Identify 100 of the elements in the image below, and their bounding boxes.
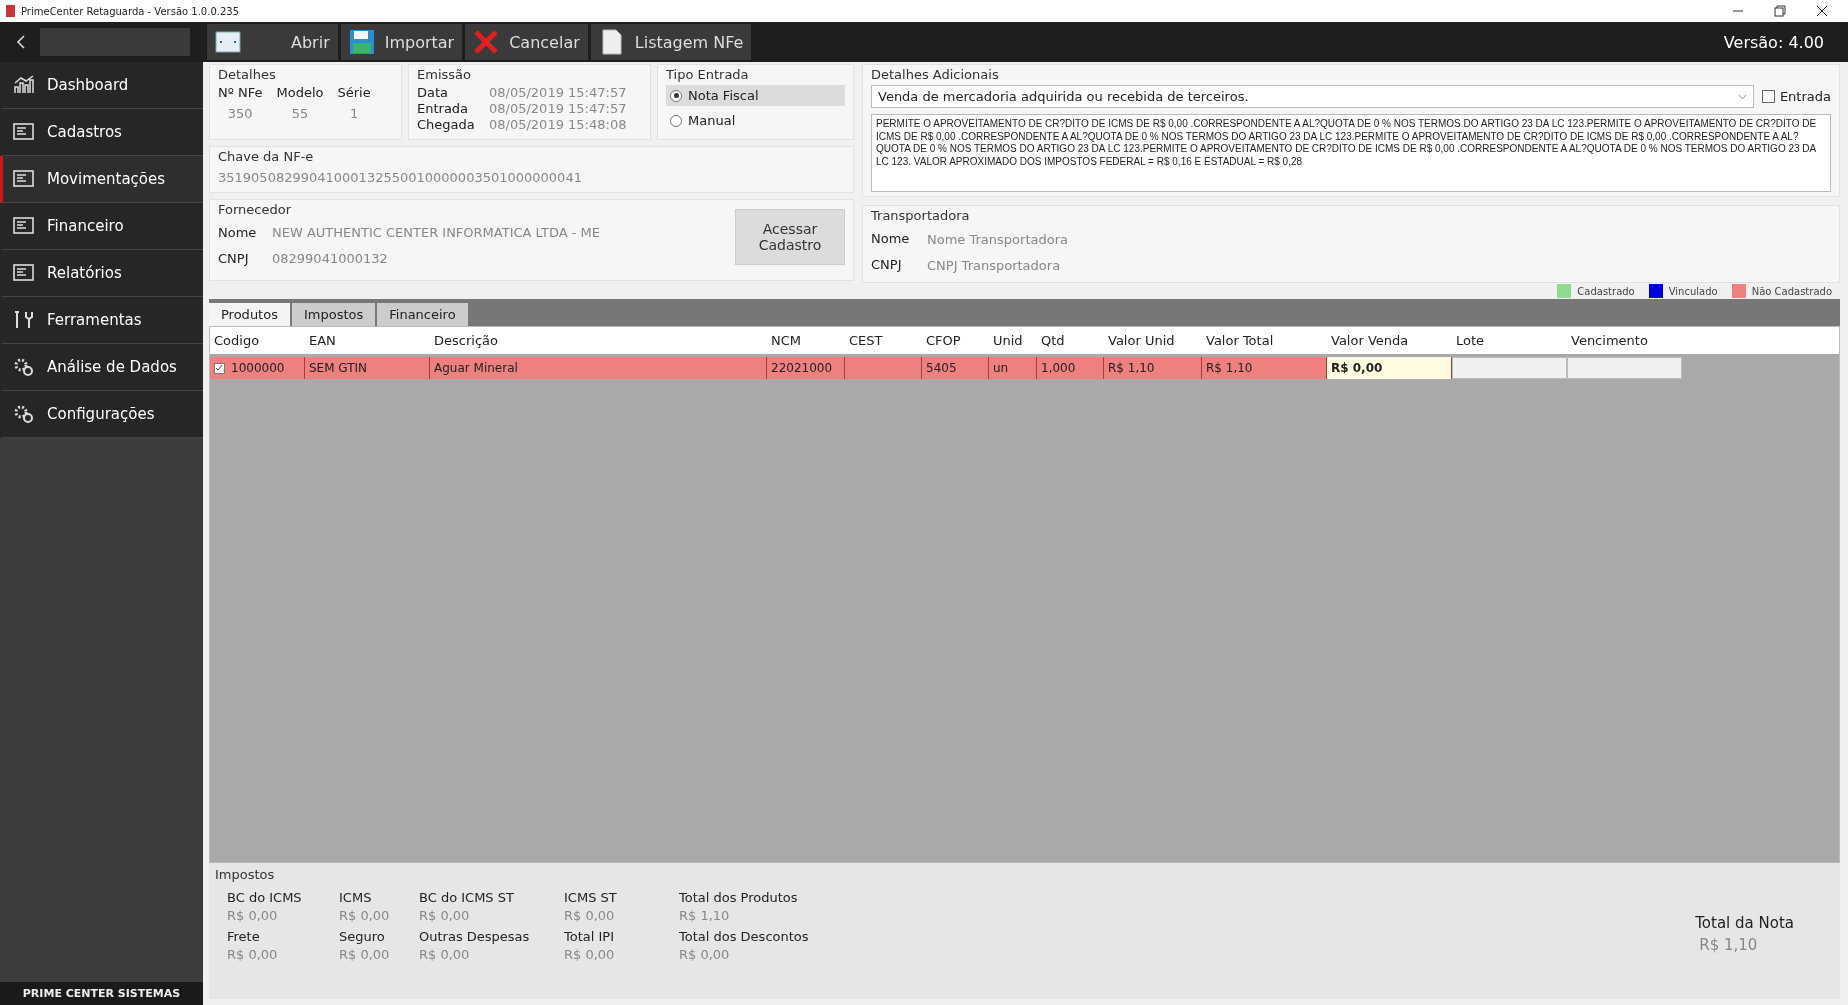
total-value: R$ 1,10 <box>1698 936 1759 954</box>
save-icon <box>348 29 375 55</box>
column-header[interactable]: CFOP <box>922 333 989 348</box>
sidebar-item[interactable]: Análise de Dados <box>0 344 203 391</box>
field-label: Modelo <box>276 85 324 100</box>
column-header[interactable]: CEST <box>845 333 922 348</box>
operation-select[interactable]: Venda de mercadoria adquirida ou recebida de terceiros. <box>871 85 1754 108</box>
sidebar-item[interactable]: Dashboard <box>0 62 203 109</box>
tax-label: Seguro <box>339 929 386 944</box>
input-field[interactable] <box>1452 357 1567 379</box>
column-header[interactable]: Valor Venda <box>1327 333 1452 348</box>
group-legend: Chave da NF-e <box>218 149 845 164</box>
toolbar-button[interactable]: Cancelar <box>465 24 591 60</box>
column-header[interactable]: Vencimento <box>1567 333 1682 348</box>
tax-value: R$ 0,00 <box>679 947 731 962</box>
radio-option[interactable]: Manual <box>666 110 845 131</box>
tab[interactable]: Financeiro <box>377 303 468 326</box>
sidebar-item[interactable]: Configurações <box>0 391 203 438</box>
entrada-checkbox[interactable]: Entrada <box>1761 89 1831 104</box>
field-value: 08/05/2019 15:48:08 <box>489 117 627 133</box>
tab[interactable]: Produtos <box>209 303 290 326</box>
tax-value: R$ 0,00 <box>419 947 471 962</box>
tax-value: R$ 0,00 <box>227 908 279 923</box>
tax-value: R$ 0,00 <box>564 947 616 962</box>
group-legend: Emissão <box>417 67 642 82</box>
input-field[interactable] <box>1567 357 1682 379</box>
tax-value: R$ 0,00 <box>227 947 279 962</box>
additional-info-text[interactable]: PERMITE O APROVEITAMENTO DE CR?DITO DE ICMS DE R$ 0,00 .CORRESPONDENTE A AL?QUOTA DE 0 % NOS TERMOS DO ARTIGO 23 DA LC 123.PERMITE O APROVEITAMENTO DE CR?DITO DE ICMS DE R$ 0,00 .CORRESPONDENTE A AL?QUOTA DE 0 % NOS TERMOS DO ARTIGO 23 DA LC 123.PERMITE O APROVEITAMENTO DE CR?DITO DE ICMS DE R$ 0,00 .CORRESPONDENTE A AL?QUOTA DE 0 % NOS TERMOS DO ARTIGO 23 DA LC 123.PERMITE O APROVEITAMENTO DE CR?DITO DE ICMS DE R$ 0,00 .CORRESPONDENTE A AL?QUOTA DE 0 % NOS TERMOS DO ARTIGO 23 DA LC 123. VALOR APROXIMADO DOS IMPOSTOS FEDERAL = R$ 0,16 E ESTADUAL = R$ 0,28 <box>871 114 1831 192</box>
list-icon <box>13 263 35 283</box>
group-legend: Fornecedor <box>218 202 735 217</box>
chart-icon <box>13 75 35 95</box>
column-header[interactable]: Valor Total <box>1202 333 1327 348</box>
sale-price-field[interactable]: R$ 0,00 <box>1327 357 1452 379</box>
tax-value: R$ 1,10 <box>679 908 731 923</box>
tax-value: R$ 0,00 <box>419 908 471 923</box>
carrier-field[interactable]: Nome Transportadora <box>925 230 1831 248</box>
tax-label: Outras Despesas <box>419 929 531 944</box>
dropdown-caret-icon <box>1737 93 1747 100</box>
group-legend: Transportadora <box>871 208 1831 223</box>
field-label: Chegada <box>417 117 476 133</box>
tax-value: R$ 0,00 <box>564 908 616 923</box>
tax-label: Total dos Descontos <box>679 929 810 944</box>
group-legend: Tipo Entrada <box>666 67 845 82</box>
group-legend: Impostos <box>215 867 1834 882</box>
tax-label: Total IPI <box>564 929 615 944</box>
field-label: Data <box>417 85 450 101</box>
column-header[interactable]: Unid <box>989 333 1037 348</box>
table-cell: 5405 <box>922 357 989 379</box>
sidebar-item[interactable]: Financeiro <box>0 203 203 250</box>
sidebar-search-field[interactable] <box>40 28 190 56</box>
column-header[interactable]: Valor Unid <box>1104 333 1202 348</box>
group-legend: Detalhes Adicionais <box>871 67 1831 82</box>
cross-icon <box>473 29 500 55</box>
field-label: Nome <box>218 224 256 242</box>
table-cell: SEM GTIN <box>305 357 430 379</box>
tax-label: BC do ICMS ST <box>419 890 515 905</box>
field-value: 08/05/2019 15:47:57 <box>489 85 627 101</box>
tab[interactable]: Impostos <box>291 303 376 326</box>
back-icon[interactable] <box>16 35 26 49</box>
total-label: Total da Nota <box>1695 914 1794 932</box>
toolbar-button[interactable]: Abrir <box>207 24 341 60</box>
column-header[interactable]: Codigo <box>210 333 305 348</box>
column-header[interactable]: EAN <box>305 333 430 348</box>
field-value: 350 <box>227 106 253 121</box>
table-cell: 1,000 <box>1037 357 1104 379</box>
restore-icon[interactable] <box>1774 5 1786 17</box>
tax-label: Total dos Produtos <box>679 890 799 905</box>
field-value: 08/05/2019 15:47:57 <box>489 101 627 117</box>
supplier-cnpj: 08299041000132 <box>272 250 388 268</box>
supplier-name: NEW AUTHENTIC CENTER INFORMATICA LTDA - ME <box>272 224 601 242</box>
close-icon[interactable] <box>1816 5 1828 17</box>
table-cell: 22021000 <box>767 357 845 379</box>
sidebar-item[interactable]: Cadastros <box>0 109 203 156</box>
table-cell: R$ 1,10 <box>1104 357 1202 379</box>
tools-icon <box>13 310 35 330</box>
column-header[interactable]: Qtd <box>1037 333 1104 348</box>
column-header[interactable]: NCM <box>767 333 845 348</box>
table-cell: Aguar Mineral <box>430 357 767 379</box>
radio-option[interactable]: Nota Fiscal <box>666 85 845 106</box>
window-title: PrimeCenter Retaguarda - Versão 1.0.0.235 <box>21 5 240 17</box>
sidebar-item[interactable]: Movimentações <box>0 156 203 203</box>
field-label: Entrada <box>417 101 470 117</box>
legend-label: Vinculado <box>1668 285 1718 297</box>
tax-label: Frete <box>227 929 261 944</box>
field-label: CNPJ <box>871 256 903 274</box>
form-icon <box>13 122 35 142</box>
column-header[interactable]: Lote <box>1452 333 1567 348</box>
carrier-field[interactable]: CNPJ Transportadora <box>925 256 1831 274</box>
legend-label: Não Cadastrado <box>1751 285 1832 297</box>
access-key-value: 35190508299041000132550010000003501000000041 <box>218 169 583 187</box>
checkbox-icon[interactable] <box>214 362 225 374</box>
open-registration-button[interactable]: Acessar Cadastro <box>735 209 845 265</box>
sidebar-item[interactable]: Ferramentas <box>0 297 203 344</box>
column-header[interactable]: Descrição <box>430 333 767 348</box>
field-label: Nome <box>871 230 909 248</box>
tax-label: ICMS ST <box>564 890 618 905</box>
table-row[interactable]: 1000000 SEM GTIN Aguar Mineral 22021000 5405 un 1,000 R$ 1,10 R$ 1,10 R$ 0,00 <box>210 354 1682 379</box>
sidebar-item[interactable]: Relatórios <box>0 250 203 297</box>
field-label: Nº NFe <box>218 85 263 100</box>
legend-label: Cadastrado <box>1577 285 1635 297</box>
